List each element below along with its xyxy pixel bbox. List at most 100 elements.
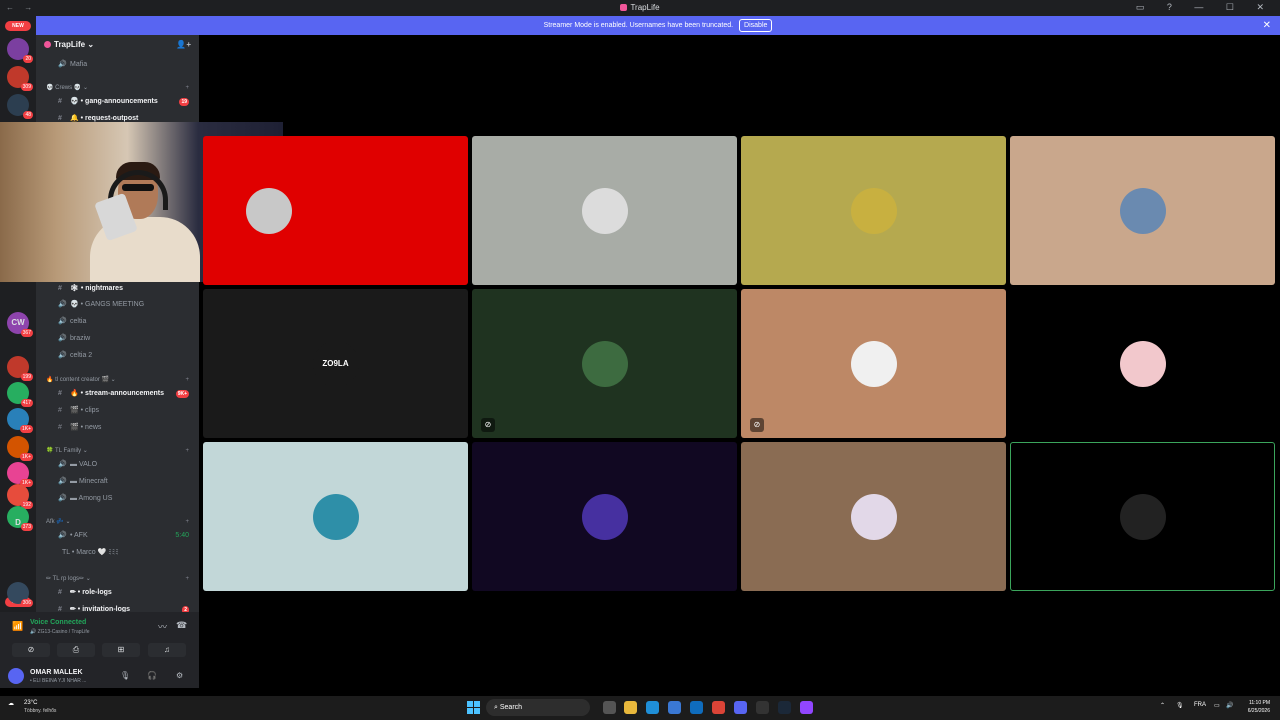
voice-channel-icon: 🔊 bbox=[58, 61, 67, 68]
chrome-icon[interactable] bbox=[712, 701, 725, 714]
server-icon[interactable]: 20 bbox=[7, 38, 33, 63]
server-label[interactable]: D bbox=[0, 518, 36, 527]
store-icon[interactable] bbox=[668, 701, 681, 714]
participant-avatar bbox=[581, 493, 628, 540]
server-header[interactable]: TrapLife ⌄ 👤+ bbox=[36, 35, 199, 57]
participant-tile[interactable] bbox=[203, 442, 468, 591]
muted-icon: ⊘ bbox=[750, 418, 764, 432]
user-name: OMAR MALLEK bbox=[30, 669, 83, 676]
participant-tile[interactable] bbox=[472, 442, 737, 591]
server-icon[interactable]: 1K+ bbox=[7, 408, 33, 433]
channel-label: celtia bbox=[70, 318, 87, 325]
channel-item[interactable]: 🔊 • AFK 5:40 bbox=[36, 528, 199, 544]
channel-item[interactable]: 🔊 braziw bbox=[36, 331, 199, 347]
voice-channel[interactable]: 🔊 ZG13-Casino / TrapLife bbox=[30, 629, 90, 635]
add-member-icon[interactable]: 👤+ bbox=[176, 40, 191, 49]
server-icon[interactable]: 48 bbox=[7, 94, 33, 119]
channel-item[interactable]: # ✏ • role-logs bbox=[36, 585, 199, 601]
channel-label: Afk 💤 ⌄ bbox=[46, 519, 71, 525]
activity-button[interactable]: ⊞ bbox=[102, 643, 140, 657]
close-icon[interactable]: ✕ bbox=[1263, 16, 1271, 35]
channel-item[interactable]: 🔊 Mafia bbox=[36, 57, 199, 73]
user-status: • ELI BEINA YJI NHAR ... bbox=[30, 678, 87, 684]
channel-item[interactable]: TL • Marco 🤍 ﾐﾐﾐ bbox=[36, 545, 199, 561]
server-badge: 306 bbox=[20, 599, 33, 607]
gear-icon[interactable]: ⚙ bbox=[176, 671, 183, 680]
volume-icon[interactable]: 🔊 bbox=[1226, 702, 1233, 709]
channel-item[interactable]: 🔊 celtia bbox=[36, 314, 199, 330]
server-icon[interactable]: 1K+ bbox=[7, 462, 33, 487]
discord-icon[interactable] bbox=[734, 701, 747, 714]
disconnect-icon[interactable]: ☎ bbox=[176, 620, 187, 631]
obs-icon[interactable] bbox=[800, 701, 813, 714]
server-name: TrapLife ⌄ bbox=[54, 40, 95, 49]
app-icon[interactable] bbox=[756, 701, 769, 714]
channel-item[interactable]: 🔊 celtia 2 bbox=[36, 348, 199, 364]
channel-item[interactable]: # 🎬 • clips bbox=[36, 403, 199, 419]
participant-tile[interactable] bbox=[472, 136, 737, 285]
weather-widget[interactable]: ☁ 23°C Többny. felhős bbox=[8, 700, 56, 714]
outlook-icon[interactable] bbox=[690, 701, 703, 714]
file-explorer-icon[interactable] bbox=[624, 701, 637, 714]
camera-button[interactable]: ⊘ bbox=[12, 643, 50, 657]
disable-button[interactable]: Disable bbox=[739, 19, 773, 32]
channel-item[interactable]: # 🕸 • nightmares bbox=[36, 281, 199, 297]
participant-avatar bbox=[850, 493, 897, 540]
server-icon[interactable]: 199 bbox=[7, 356, 33, 381]
screenshare-button[interactable]: ⎙ bbox=[57, 643, 95, 657]
channel-item[interactable]: # 🎬 • news bbox=[36, 420, 199, 436]
server-icon[interactable]: 192 bbox=[7, 484, 33, 509]
channel-item[interactable]: 🔊 ▬ Among US bbox=[36, 491, 199, 507]
channel-label: celtia 2 bbox=[70, 352, 93, 359]
avatar[interactable] bbox=[8, 668, 24, 684]
participant-tile[interactable]: ⊘ bbox=[472, 289, 737, 438]
clock[interactable]: 11:10 PM 6/25/2026 bbox=[1248, 699, 1270, 715]
mic-icon[interactable]: 🎙 bbox=[120, 671, 130, 680]
language-indicator[interactable]: FRA bbox=[1194, 702, 1206, 708]
windows-start-icon[interactable] bbox=[467, 701, 480, 714]
server-badge: 309 bbox=[20, 83, 33, 91]
edge-icon[interactable] bbox=[646, 701, 659, 714]
mic-tray-icon[interactable]: 🎙 bbox=[1176, 702, 1184, 709]
server-badge: 199 bbox=[20, 373, 33, 381]
voice-status[interactable]: Voice Connected bbox=[30, 619, 86, 626]
window-controls[interactable]: ▭ ? — ☐ ✕ bbox=[1136, 2, 1274, 13]
channel-item[interactable]: 🔊 ▬ VALO bbox=[36, 457, 199, 473]
task-view-icon[interactable] bbox=[603, 701, 616, 714]
participant-tile[interactable]: ⊘ bbox=[741, 289, 1006, 438]
text-channel-icon: # bbox=[58, 98, 62, 105]
channel-label: 🎬 • news bbox=[70, 424, 102, 431]
channel-item[interactable]: # 💀 • gang-announcements 19 bbox=[36, 94, 199, 110]
channel-item[interactable]: # 🔥 • stream-announcements 9K+ bbox=[36, 386, 199, 402]
channel-label: 🔥 • stream-announcements bbox=[70, 390, 165, 397]
tray-chevron-icon[interactable]: ⌃ bbox=[1160, 702, 1165, 709]
participant-tile[interactable] bbox=[741, 442, 1006, 591]
server-icon[interactable]: 309 bbox=[7, 66, 33, 91]
participant-avatar bbox=[1119, 493, 1166, 540]
soundboard-button[interactable]: ♫ bbox=[148, 643, 186, 657]
channel-item[interactable]: # ✏ • invitation-logs 2 bbox=[36, 602, 199, 612]
clock-time: 11:10 PM bbox=[1248, 700, 1270, 706]
server-icon bbox=[44, 41, 51, 48]
channel-label: 🍀 TL Family ⌄ bbox=[46, 448, 88, 454]
participant-tile[interactable] bbox=[203, 136, 468, 285]
network-icon[interactable]: ▭ bbox=[1214, 702, 1220, 709]
voice-channel-icon: 🔊 bbox=[58, 495, 67, 502]
noise-suppression-icon[interactable]: 〰 bbox=[158, 620, 167, 633]
steam-icon[interactable] bbox=[778, 701, 791, 714]
participant-tile[interactable] bbox=[741, 136, 1006, 285]
participant-tile[interactable] bbox=[1010, 289, 1275, 438]
participant-tile[interactable] bbox=[1010, 136, 1275, 285]
server-icon[interactable]: 417 bbox=[7, 382, 33, 407]
server-icon[interactable]: 1K+ bbox=[7, 436, 33, 461]
server-label[interactable]: CW bbox=[0, 318, 36, 327]
server-icon[interactable]: 306 bbox=[7, 582, 33, 607]
channel-item[interactable]: 🔊 ▬ Minecraft bbox=[36, 474, 199, 490]
headphones-icon[interactable]: 🎧 bbox=[147, 671, 157, 680]
participant-tile[interactable]: ZO9LA bbox=[203, 289, 468, 438]
participant-tile[interactable] bbox=[1010, 442, 1275, 591]
channel-label: ▬ Minecraft bbox=[70, 478, 108, 485]
channel-item[interactable]: 🔊 💀 • GANGS MEETING bbox=[36, 297, 199, 313]
participant-avatar bbox=[312, 493, 359, 540]
taskbar-search[interactable]: ⌕ Search bbox=[486, 699, 590, 716]
